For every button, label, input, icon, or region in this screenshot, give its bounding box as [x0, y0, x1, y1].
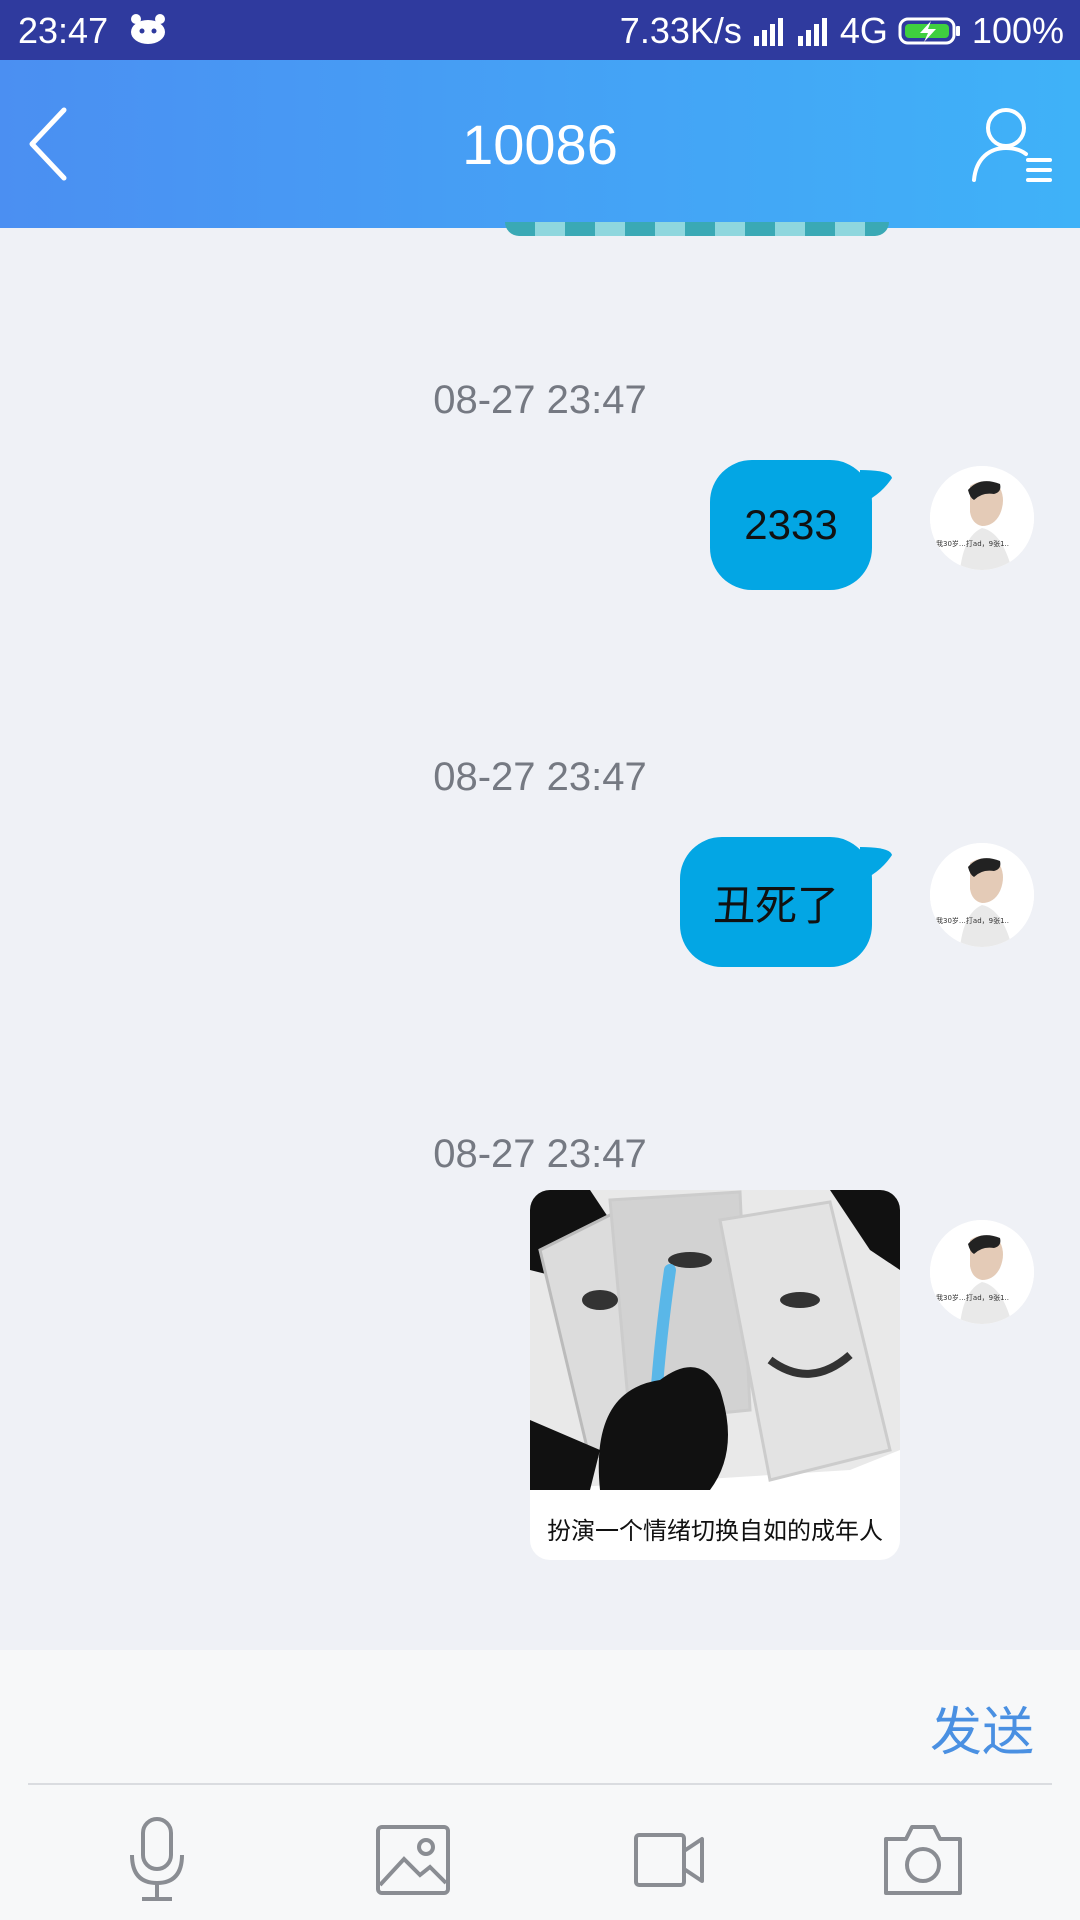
- message-composer: 发送: [0, 1650, 1080, 1920]
- svg-text:我30岁…打ad，9张1..: 我30岁…打ad，9张1..: [936, 539, 1009, 548]
- message-bubble[interactable]: 2333: [710, 460, 872, 590]
- message-timestamp: 08-27 23:47: [433, 755, 647, 799]
- sticker-image: [530, 1190, 900, 1490]
- chat-title: 10086: [462, 113, 618, 176]
- app-notification-icon: [131, 14, 165, 44]
- video-icon[interactable]: [622, 1815, 712, 1905]
- image-icon[interactable]: [368, 1815, 458, 1905]
- status-time: 23:47: [18, 10, 109, 51]
- message-bubble[interactable]: 丑死了: [680, 837, 872, 967]
- status-right: 7.33K/s 4G 100%: [620, 10, 1064, 52]
- message-timestamp: 08-27 23:47: [433, 1132, 647, 1176]
- avatar[interactable]: 我30岁…打ad，9张1..: [930, 843, 1034, 947]
- contact-info-icon[interactable]: [970, 104, 1054, 184]
- chat-header: 10086: [0, 60, 1080, 228]
- avatar-photo: 我30岁…打ad，9张1..: [930, 1220, 1034, 1324]
- avatar[interactable]: 我30岁…打ad，9张1..: [930, 466, 1034, 570]
- previous-image-fragment[interactable]: [505, 222, 889, 236]
- composer-divider: [28, 1783, 1052, 1785]
- signal-icon-2: [797, 18, 827, 46]
- sticker-message[interactable]: 扮演一个情绪切换自如的成年人: [530, 1190, 900, 1560]
- microphone-icon[interactable]: [112, 1815, 202, 1905]
- bubble-tail: [860, 470, 892, 504]
- status-bar: 23:47 7.33K/s 4G 100%: [0, 0, 1080, 60]
- send-button[interactable]: 发送: [930, 1690, 1034, 1765]
- network-type: 4G: [839, 10, 888, 51]
- bubble-tail: [860, 847, 892, 881]
- camera-icon[interactable]: [878, 1815, 968, 1905]
- network-speed: 7.33K/s: [619, 10, 742, 51]
- svg-text:我30岁…打ad，9张1..: 我30岁…打ad，9张1..: [936, 1293, 1009, 1302]
- signal-icon: [753, 18, 783, 46]
- battery-charging-icon: [898, 17, 960, 45]
- avatar-photo: 我30岁…打ad，9张1..: [930, 843, 1034, 947]
- svg-text:我30岁…打ad，9张1..: 我30岁…打ad，9张1..: [936, 916, 1009, 925]
- sticker-caption: 扮演一个情绪切换自如的成年人: [547, 1518, 883, 1545]
- avatar[interactable]: 我30岁…打ad，9张1..: [930, 1220, 1034, 1324]
- avatar-photo: 我30岁…打ad，9张1..: [930, 466, 1034, 570]
- battery-level: 100%: [971, 10, 1064, 51]
- message-timestamp: 08-27 23:47: [433, 378, 647, 422]
